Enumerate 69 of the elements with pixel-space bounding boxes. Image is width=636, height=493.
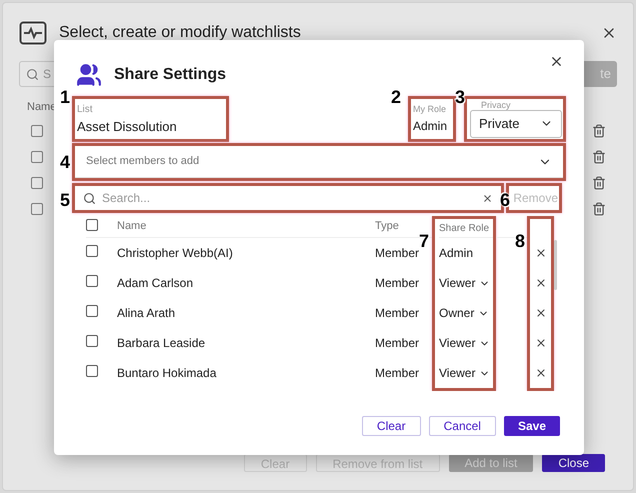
field-label: Privacy bbox=[481, 100, 511, 110]
checkbox[interactable] bbox=[86, 335, 98, 347]
field-value: Private bbox=[479, 114, 520, 133]
scrollbar[interactable] bbox=[554, 240, 557, 290]
trash-icon[interactable] bbox=[592, 202, 606, 216]
search-placeholder: S bbox=[43, 66, 52, 83]
remove-icon[interactable] bbox=[534, 337, 546, 349]
dialog-button[interactable]: Clear bbox=[362, 416, 421, 436]
checkbox[interactable] bbox=[86, 365, 98, 377]
dialog-button[interactable]: Save bbox=[504, 416, 560, 436]
column-header: Name bbox=[117, 219, 148, 234]
member-type: Member bbox=[375, 335, 420, 352]
trash-icon[interactable] bbox=[592, 176, 606, 190]
pulse-icon bbox=[19, 21, 47, 45]
remove-icon[interactable] bbox=[534, 307, 546, 319]
search-placeholder: Search... bbox=[102, 190, 150, 207]
checkbox[interactable] bbox=[86, 245, 98, 257]
checkbox[interactable] bbox=[31, 124, 43, 136]
member-name: Buntaro Hokimada bbox=[117, 365, 218, 382]
annotation-number: 1 bbox=[60, 88, 70, 106]
member-name: Barbara Leaside bbox=[117, 335, 206, 352]
remove-icon[interactable] bbox=[534, 277, 546, 289]
search-icon bbox=[83, 192, 96, 204]
members-select[interactable]: Select members to add bbox=[75, 146, 563, 178]
trash-icon[interactable] bbox=[592, 150, 606, 164]
members-placeholder: Select members to add bbox=[86, 154, 200, 170]
annotation-number: 8 bbox=[515, 232, 526, 250]
users-icon bbox=[76, 62, 102, 88]
member-name: Christopher Webb(AI) bbox=[117, 245, 234, 262]
dialog-title: Share Settings bbox=[114, 65, 226, 85]
column-header: Share Role bbox=[439, 222, 490, 236]
checkbox[interactable] bbox=[31, 176, 43, 188]
role-select[interactable]: Viewer bbox=[439, 274, 490, 292]
footer-button[interactable]: Close bbox=[542, 454, 605, 472]
field-value: Asset Dissolution bbox=[77, 118, 177, 136]
checkbox[interactable] bbox=[86, 218, 98, 230]
annotation-number: 7 bbox=[419, 232, 430, 250]
remove-icon[interactable] bbox=[534, 247, 546, 259]
role-select[interactable]: Owner bbox=[439, 304, 490, 322]
window-title: Select, create or modify watchlists bbox=[59, 23, 301, 43]
annotation-number: 4 bbox=[60, 153, 70, 171]
dialog-button[interactable]: Cancel bbox=[428, 416, 496, 436]
field-label: List bbox=[77, 102, 94, 117]
member-name: Alina Arath bbox=[117, 305, 176, 322]
checkbox[interactable] bbox=[86, 275, 98, 287]
close-button[interactable] bbox=[549, 54, 564, 69]
member-type: Member bbox=[375, 245, 420, 262]
role-select[interactable]: Viewer bbox=[439, 364, 490, 382]
role-select[interactable]: Viewer bbox=[439, 334, 490, 352]
list-field[interactable]: List Asset Dissolution bbox=[75, 99, 181, 139]
column-header: Type bbox=[375, 219, 399, 234]
member-type: Member bbox=[375, 305, 420, 322]
checkbox[interactable] bbox=[31, 202, 43, 214]
checkbox[interactable] bbox=[31, 150, 43, 162]
annotation-number: 3 bbox=[455, 88, 466, 106]
member-type: Member bbox=[375, 365, 420, 382]
checkbox[interactable] bbox=[86, 305, 98, 317]
member-type: Member bbox=[375, 275, 420, 292]
role-text: Admin bbox=[439, 245, 474, 262]
trash-icon[interactable] bbox=[592, 124, 606, 138]
field-value: Admin bbox=[413, 118, 448, 135]
annotation-number: 2 bbox=[391, 88, 402, 106]
remove-icon[interactable] bbox=[534, 367, 546, 379]
field-label: My Role bbox=[413, 103, 446, 116]
privacy-select[interactable]: Private bbox=[470, 110, 562, 138]
member-name: Adam Carlson bbox=[117, 275, 194, 292]
clear-icon[interactable] bbox=[482, 192, 493, 204]
search-icon bbox=[26, 68, 39, 80]
annotation-number: 5 bbox=[60, 191, 70, 209]
